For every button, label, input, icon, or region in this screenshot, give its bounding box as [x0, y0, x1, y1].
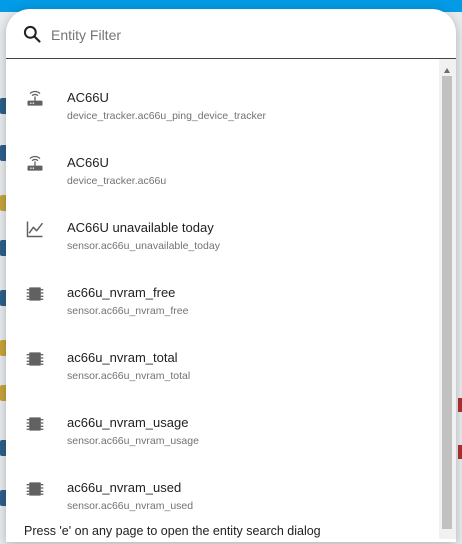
- entity-name: AC66U: [67, 155, 109, 170]
- memory-chip-icon: [25, 479, 45, 499]
- background-indicator: [458, 445, 462, 459]
- memory-chip-icon: [25, 414, 45, 434]
- entity-list-item[interactable]: AC66U device_tracker.ac66u_ping_device_tr…: [6, 67, 440, 132]
- entity-list-item[interactable]: ac66u_nvram_used sensor.ac66u_nvram_used: [6, 457, 440, 522]
- router-icon: [25, 154, 45, 174]
- entity-name: AC66U: [67, 90, 109, 105]
- search-bar: [6, 9, 456, 59]
- memory-chip-icon: [25, 284, 45, 304]
- entity-id: sensor.ac66u_nvram_total: [67, 370, 191, 382]
- entity-list-item[interactable]: AC66U device_tracker.ac66u: [6, 132, 440, 197]
- entity-id: sensor.ac66u_unavailable_today: [67, 240, 220, 252]
- footer-hint: Press 'e' on any page to open the entity…: [24, 524, 321, 538]
- entity-name: ac66u_nvram_used: [67, 480, 182, 495]
- entity-name: ac66u_nvram_total: [67, 350, 178, 365]
- background-indicator: [458, 398, 462, 412]
- entity-id: device_tracker.ac66u_ping_device_tracker: [67, 110, 267, 122]
- search-icon: [23, 25, 41, 43]
- memory-chip-icon: [25, 349, 45, 369]
- entity-search-dialog: AC66U device_tracker.ac66u_ping_device_tr…: [6, 9, 456, 542]
- entity-id: device_tracker.ac66u: [67, 175, 167, 187]
- entity-list-item[interactable]: ac66u_nvram_total sensor.ac66u_nvram_tota…: [6, 327, 440, 392]
- entity-name: ac66u_nvram_free: [67, 285, 176, 300]
- entity-list-item[interactable]: ac66u_nvram_usage sensor.ac66u_nvram_usag…: [6, 392, 440, 457]
- scrollbar-thumb[interactable]: [442, 76, 452, 529]
- chart-line-icon: [25, 219, 45, 239]
- router-icon: [25, 89, 45, 109]
- entity-id: sensor.ac66u_nvram_free: [67, 305, 189, 317]
- entity-name: ac66u_nvram_usage: [67, 415, 189, 430]
- entity-id: sensor.ac66u_nvram_usage: [67, 435, 199, 447]
- entity-name: AC66U unavailable today: [67, 220, 214, 235]
- entity-list-item[interactable]: AC66U unavailable today sensor.ac66u_unav…: [6, 197, 440, 262]
- entity-list: AC66U device_tracker.ac66u_ping_device_tr…: [6, 59, 440, 522]
- scroll-up-arrow-icon[interactable]: [444, 68, 450, 73]
- scrollbar[interactable]: [439, 59, 456, 539]
- entity-id: sensor.ac66u_nvram_used: [67, 500, 194, 512]
- entity-filter-input[interactable]: [49, 23, 433, 47]
- entity-list-item[interactable]: ac66u_nvram_free sensor.ac66u_nvram_free: [6, 262, 440, 327]
